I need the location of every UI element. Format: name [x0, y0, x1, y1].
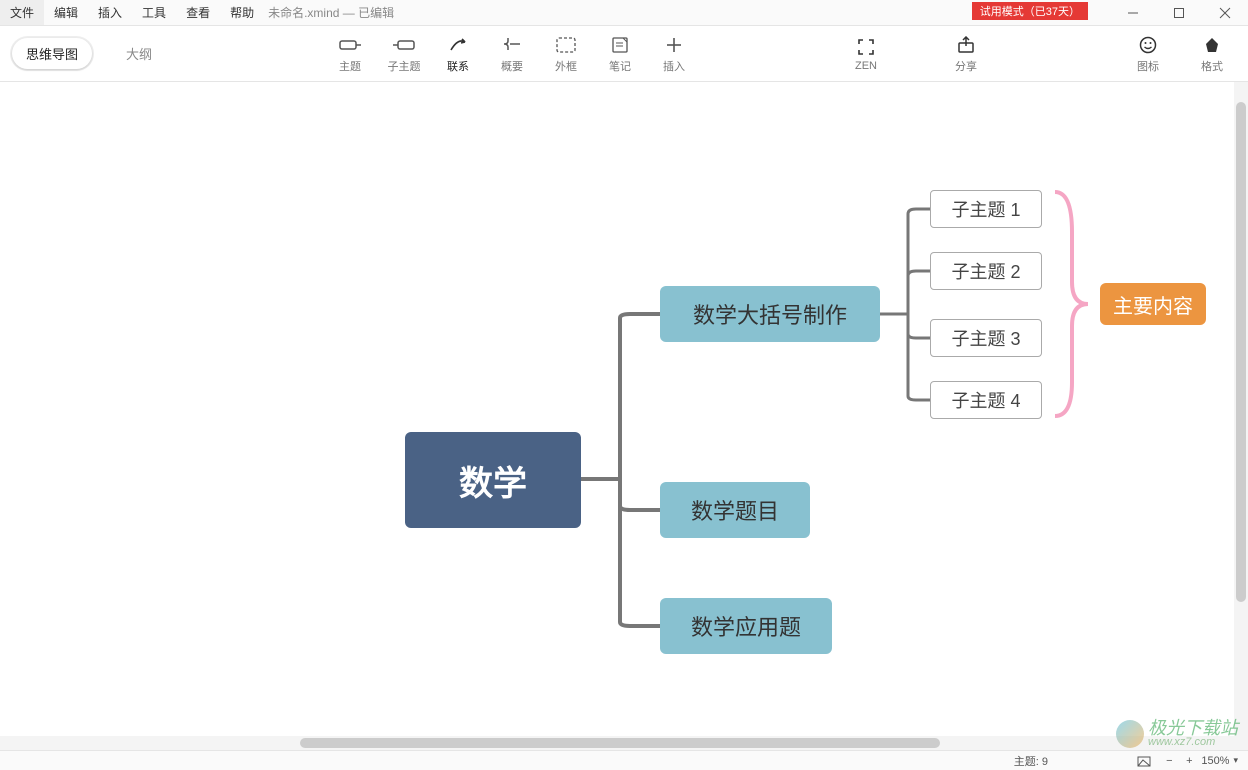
- menu-tools[interactable]: 工具: [132, 0, 176, 25]
- tool-label: 主题: [339, 58, 361, 74]
- tool-group-main: 主题 子主题 联系 概要 外框 笔记 插入: [324, 30, 700, 78]
- zoom-level[interactable]: 150%: [1201, 755, 1229, 767]
- zoom-out-button[interactable]: −: [1161, 755, 1177, 767]
- sub-node-2[interactable]: 子主题 2: [930, 252, 1042, 290]
- tool-label: 外框: [555, 58, 577, 74]
- toolbar: 思维导图 大纲 主题 子主题 联系 概要 外框 笔记 插入: [0, 26, 1248, 82]
- insert-icon: [666, 34, 682, 56]
- menu-bar: 文件 编辑 插入 工具 查看 帮助 未命名.xmind — 已编辑: [0, 0, 398, 25]
- tool-format[interactable]: 格式: [1190, 30, 1234, 78]
- boundary-icon: [556, 34, 576, 56]
- minimize-button[interactable]: [1110, 0, 1156, 25]
- close-button[interactable]: [1202, 0, 1248, 25]
- zen-icon: [857, 36, 875, 58]
- view-mindmap-button[interactable]: 思维导图: [12, 38, 92, 69]
- vertical-scrollbar[interactable]: [1234, 82, 1248, 750]
- topic-icon: [339, 34, 361, 56]
- view-switch: 思维导图: [10, 36, 94, 71]
- mindmap-canvas[interactable]: 数学 数学大括号制作 数学题目 数学应用题 子主题 1 子主题 2 子主题 3 …: [0, 82, 1248, 750]
- summary-icon: [502, 34, 522, 56]
- menu-edit[interactable]: 编辑: [44, 0, 88, 25]
- tool-label: 子主题: [388, 58, 421, 74]
- connector-lines: [0, 82, 1248, 750]
- zoom-in-button[interactable]: +: [1181, 755, 1197, 767]
- tool-iconlib[interactable]: 图标: [1126, 30, 1170, 78]
- tool-label: 图标: [1137, 58, 1159, 74]
- menu-insert[interactable]: 插入: [88, 0, 132, 25]
- tool-zen[interactable]: ZEN: [840, 32, 892, 76]
- note-icon: [611, 34, 629, 56]
- sub-node-3[interactable]: 子主题 3: [930, 319, 1042, 357]
- menu-view[interactable]: 查看: [176, 0, 220, 25]
- subtopic-icon: [393, 34, 415, 56]
- branch-node-1[interactable]: 数学大括号制作: [660, 286, 880, 342]
- tool-share[interactable]: 分享: [940, 30, 992, 78]
- tool-label: 插入: [663, 58, 685, 74]
- tool-label: 联系: [447, 58, 469, 74]
- tool-label: ZEN: [855, 60, 877, 72]
- sub-node-4[interactable]: 子主题 4: [930, 381, 1042, 419]
- branch-node-2[interactable]: 数学题目: [660, 482, 810, 538]
- branch-node-3[interactable]: 数学应用题: [660, 598, 832, 654]
- relation-icon: [447, 34, 469, 56]
- view-outline-button[interactable]: 大纲: [114, 38, 164, 69]
- tool-subtopic[interactable]: 子主题: [378, 30, 430, 78]
- statusbar: 主题: 9 − + 150% ▾: [0, 750, 1248, 770]
- horizontal-scrollbar[interactable]: [0, 736, 1234, 750]
- document-title: 未命名.xmind — 已编辑: [264, 4, 398, 21]
- tool-label: 格式: [1201, 58, 1223, 74]
- tool-insert[interactable]: 插入: [648, 30, 700, 78]
- tool-label: 分享: [955, 58, 977, 74]
- window-controls: [1110, 0, 1248, 25]
- tool-group-share: 分享: [940, 30, 992, 78]
- tool-summary[interactable]: 概要: [486, 30, 538, 78]
- zoom-controls: − + 150% ▾: [1161, 755, 1238, 767]
- smiley-icon: [1139, 34, 1157, 56]
- share-icon: [957, 34, 975, 56]
- sub-node-1[interactable]: 子主题 1: [930, 190, 1042, 228]
- vertical-scrollbar-thumb[interactable]: [1236, 102, 1246, 602]
- tool-group-zen: ZEN: [840, 32, 892, 76]
- format-icon: [1203, 34, 1221, 56]
- menu-help[interactable]: 帮助: [220, 0, 264, 25]
- titlebar: 文件 编辑 插入 工具 查看 帮助 未命名.xmind — 已编辑 试用模式（已…: [0, 0, 1248, 26]
- horizontal-scrollbar-thumb[interactable]: [300, 738, 940, 748]
- trial-mode-badge[interactable]: 试用模式（已37天）: [972, 2, 1088, 20]
- summary-node[interactable]: 主要内容: [1100, 283, 1206, 325]
- maximize-button[interactable]: [1156, 0, 1202, 25]
- tool-boundary[interactable]: 外框: [540, 30, 592, 78]
- topic-count: 主题: 9: [1014, 753, 1048, 769]
- root-node[interactable]: 数学: [405, 432, 581, 528]
- tool-group-right: 图标 格式: [1126, 30, 1234, 78]
- zoom-dropdown-icon[interactable]: ▾: [1233, 755, 1238, 766]
- map-overview-icon[interactable]: [1137, 754, 1151, 768]
- tool-label: 概要: [501, 58, 523, 74]
- tool-label: 笔记: [609, 58, 631, 74]
- topic-count-label: 主题:: [1014, 756, 1039, 768]
- topic-count-value: 9: [1042, 756, 1048, 768]
- tool-relation[interactable]: 联系: [432, 30, 484, 78]
- tool-topic[interactable]: 主题: [324, 30, 376, 78]
- menu-file[interactable]: 文件: [0, 0, 44, 25]
- tool-note[interactable]: 笔记: [594, 30, 646, 78]
